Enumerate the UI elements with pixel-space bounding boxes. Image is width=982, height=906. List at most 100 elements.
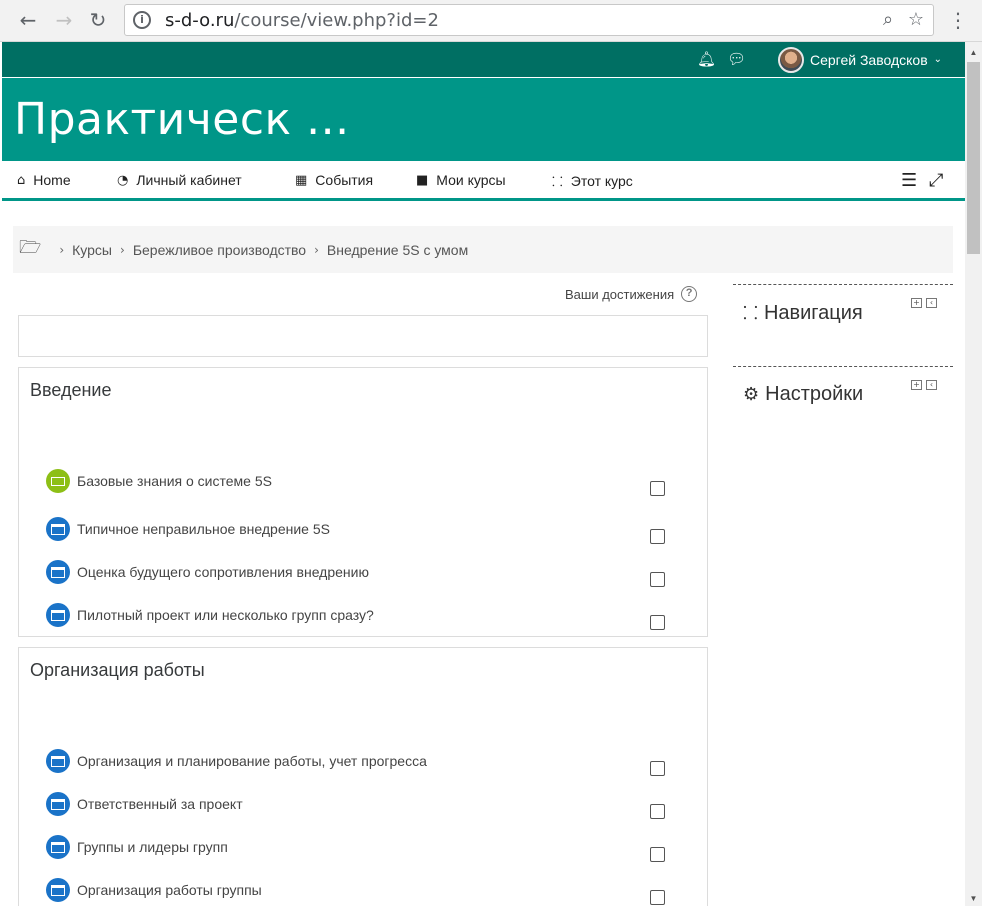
course-section-intro: Введение Базовые знания о системе 5S Тип… xyxy=(18,367,708,637)
briefcase-icon: ■ xyxy=(416,172,429,188)
block-title: ⚙ Настройки xyxy=(743,383,863,406)
block-title-label: Настройки xyxy=(765,383,864,405)
page-title: Практическ ... xyxy=(14,94,350,145)
nav-item-label: Этот курс xyxy=(570,173,633,189)
expand-icon[interactable]: ⤢ xyxy=(929,170,943,191)
help-icon[interactable]: ? xyxy=(681,286,698,302)
page-icon xyxy=(46,603,70,627)
nav-item-label: Личный кабинет xyxy=(136,172,242,188)
chevron-down-icon: ⌄ xyxy=(933,54,943,65)
section-title: Введение xyxy=(30,380,112,400)
block-title: ⸬ Навигация xyxy=(743,301,863,325)
completion-checkbox[interactable] xyxy=(650,615,665,630)
add-to-dock-icon[interactable]: + xyxy=(911,380,922,390)
site-info-icon[interactable]: i xyxy=(133,11,151,29)
completion-checkbox[interactable] xyxy=(650,761,665,776)
block-title-label: Навигация xyxy=(763,301,863,324)
nav-item-label: Мои курсы xyxy=(436,172,506,188)
activity-link[interactable]: Группы и лидеры групп xyxy=(77,839,228,855)
nav-item-events[interactable]: ▦ События xyxy=(295,172,373,188)
nav-item-my-courses[interactable]: ■ Мои курсы xyxy=(416,172,506,188)
avatar xyxy=(778,46,804,73)
bookmark-star-icon[interactable]: ☆ xyxy=(905,9,927,31)
breadcrumb-item-course[interactable]: Внедрение 5S с умом xyxy=(327,242,468,258)
page-scrollbar[interactable]: ▲ ▼ xyxy=(965,42,982,906)
zoom-icon[interactable]: ⌕ xyxy=(877,9,899,31)
activity-item[interactable]: Организация работы группы xyxy=(46,877,686,903)
completion-checkbox[interactable] xyxy=(650,804,665,819)
activity-item[interactable]: Базовые знания о системе 5S xyxy=(46,468,686,494)
browser-menu-icon[interactable]: ⋮ xyxy=(948,8,968,32)
dashboard-icon: ◔ xyxy=(117,172,129,188)
site-header: Практическ ... xyxy=(2,78,965,161)
activity-item[interactable]: Ответственный за проект xyxy=(46,791,686,817)
activity-link[interactable]: Пилотный проект или несколько групп сраз… xyxy=(77,607,374,623)
top-navbar: 🔔︎ 💬︎ Сергей Заводсков ⌄ xyxy=(2,42,965,77)
completion-checkbox[interactable] xyxy=(650,847,665,862)
activity-item[interactable]: Оценка будущего сопротивления внедрению xyxy=(46,559,686,585)
nav-item-this-course[interactable]: ⸬ Этот курс xyxy=(552,172,633,190)
settings-block: ⚙ Настройки + ‹ xyxy=(733,366,953,436)
add-to-dock-icon[interactable]: + xyxy=(911,298,922,308)
breadcrumb-item-courses[interactable]: Курсы xyxy=(72,242,112,258)
activity-item[interactable]: Пилотный проект или несколько групп сраз… xyxy=(46,602,686,628)
indent-toggle-icon[interactable]: ☰ xyxy=(901,170,917,191)
navigation-block: ⸬ Навигация + ‹ xyxy=(733,284,953,354)
chevron-right-icon: › xyxy=(120,242,125,257)
nav-item-home[interactable]: ⌂ Home xyxy=(17,172,71,188)
course-section-organization: Организация работы Организация и планиро… xyxy=(18,647,708,906)
activity-link[interactable]: Оценка будущего сопротивления внедрению xyxy=(77,564,369,580)
nav-item-dashboard[interactable]: ◔ Личный кабинет xyxy=(117,172,242,188)
cogs-icon: ⚙ xyxy=(743,384,760,405)
url-text[interactable]: s-d-o.ru/course/view.php?id=2 xyxy=(165,10,439,32)
hide-block-icon[interactable]: ‹ xyxy=(926,298,937,308)
completion-checkbox[interactable] xyxy=(650,890,665,905)
activity-link[interactable]: Ответственный за проект xyxy=(77,796,243,812)
scroll-up-arrow-icon[interactable]: ▲ xyxy=(969,48,978,57)
home-icon: ⌂ xyxy=(17,172,26,188)
page-icon xyxy=(46,517,70,541)
user-name: Сергей Заводсков xyxy=(810,51,928,68)
scroll-thumb[interactable] xyxy=(967,62,980,254)
activity-link[interactable]: Организация и планирование работы, учет … xyxy=(77,753,427,769)
presentation-icon xyxy=(46,469,70,493)
sitemap-icon: ⸬ xyxy=(552,175,563,190)
activity-item[interactable]: Организация и планирование работы, учет … xyxy=(46,748,686,774)
back-icon[interactable]: ← xyxy=(16,8,40,32)
sitemap-icon: ⸬ xyxy=(743,303,758,324)
calendar-icon: ▦ xyxy=(295,172,308,188)
completion-checkbox[interactable] xyxy=(650,481,665,496)
page-content: 🔔︎ 💬︎ Сергей Заводсков ⌄ Практическ ... … xyxy=(2,42,965,906)
hide-block-icon[interactable]: ‹ xyxy=(926,380,937,390)
browser-toolbar: ← → ↻ i s-d-o.ru/course/view.php?id=2 ⌕ … xyxy=(0,0,982,42)
achievements-link[interactable]: Ваши достижения ? xyxy=(565,286,698,302)
section-title: Организация работы xyxy=(30,660,205,680)
chat-bubbles-icon[interactable]: 💬︎ xyxy=(727,50,746,68)
activity-item[interactable]: Группы и лидеры групп xyxy=(46,834,686,860)
folder-icon[interactable]: 🗁 xyxy=(19,235,41,265)
completion-checkbox[interactable] xyxy=(650,572,665,587)
bell-icon[interactable]: 🔔︎ xyxy=(697,50,716,68)
course-summary-box xyxy=(18,315,708,357)
activity-link[interactable]: Организация работы группы xyxy=(77,882,262,898)
main-navigation: ⌂ Home ◔ Личный кабинет ▦ События ■ Мои … xyxy=(2,161,965,201)
activity-item[interactable]: Типичное неправильное внедрение 5S xyxy=(46,516,686,542)
forward-icon[interactable]: → xyxy=(52,8,76,32)
address-bar[interactable]: i s-d-o.ru/course/view.php?id=2 ⌕ ☆ xyxy=(124,4,934,36)
chevron-right-icon: › xyxy=(59,242,65,257)
page-icon xyxy=(46,749,70,773)
activity-link[interactable]: Базовые знания о системе 5S xyxy=(77,473,272,489)
activity-link[interactable]: Типичное неправильное внедрение 5S xyxy=(77,521,330,537)
page-icon xyxy=(46,560,70,584)
chevron-right-icon: › xyxy=(314,242,319,257)
page-icon xyxy=(46,878,70,902)
nav-item-label: Home xyxy=(33,172,71,188)
page-icon xyxy=(46,792,70,816)
achievements-label: Ваши достижения xyxy=(565,286,675,302)
scroll-down-arrow-icon[interactable]: ▼ xyxy=(969,894,978,903)
breadcrumb: 🗁 › Курсы › Бережливое производство › Вн… xyxy=(13,226,953,273)
user-menu[interactable]: Сергей Заводсков ⌄ xyxy=(778,46,942,73)
breadcrumb-item-category[interactable]: Бережливое производство xyxy=(133,242,306,258)
completion-checkbox[interactable] xyxy=(650,529,665,544)
reload-icon[interactable]: ↻ xyxy=(86,8,110,32)
